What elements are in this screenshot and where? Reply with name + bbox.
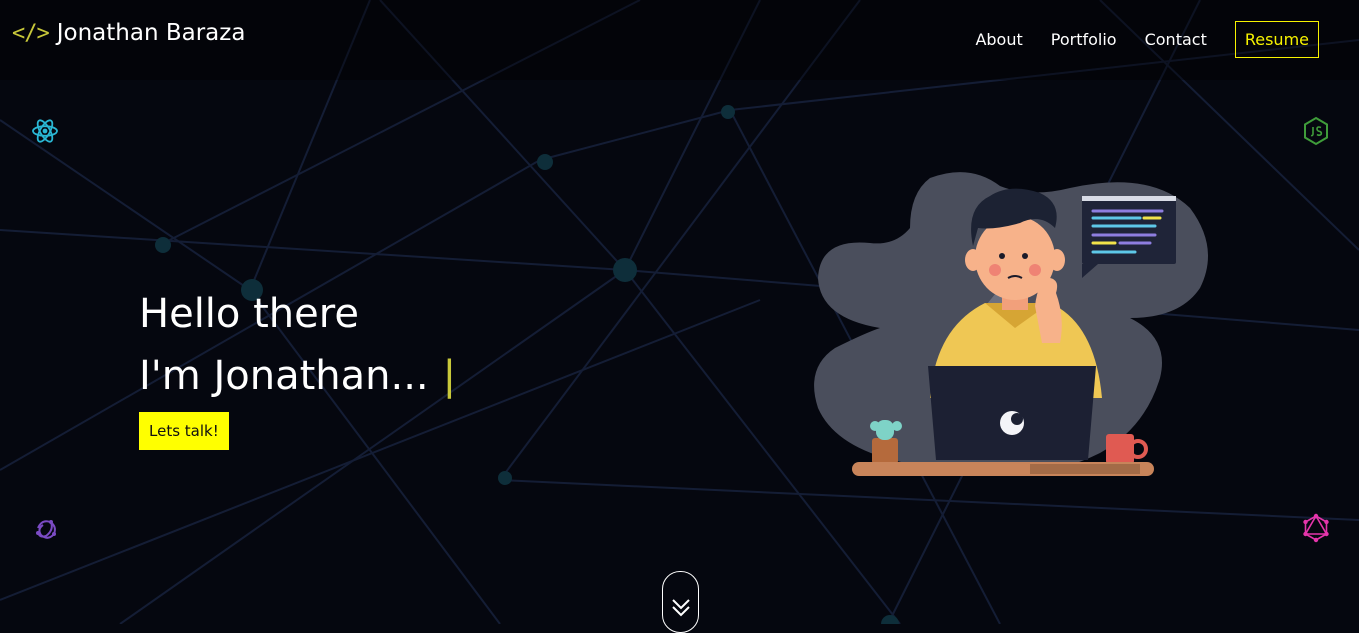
nav-contact-link[interactable]: Contact (1145, 30, 1207, 49)
nav-links: About Portfolio Contact Resume (947, 21, 1319, 58)
graphql-icon (1303, 513, 1329, 543)
lets-talk-button[interactable]: Lets talk! (139, 412, 229, 450)
nodejs-icon (1304, 116, 1328, 146)
double-chevron-down-icon (671, 599, 690, 617)
hero-name-line: I'm Jonathan... | (139, 350, 456, 402)
brand-logo[interactable]: </> Jonathan Baraza (12, 20, 245, 46)
nav-about-link[interactable]: About (975, 30, 1022, 49)
hero-name: I'm Jonathan... (139, 353, 429, 399)
navbar: </> Jonathan Baraza About Portfolio Cont… (0, 0, 1359, 80)
resume-button[interactable]: Resume (1234, 21, 1319, 58)
nav-portfolio-link[interactable]: Portfolio (1051, 30, 1117, 49)
hero-greeting: Hello there (139, 291, 359, 337)
developer-illustration (814, 172, 1208, 476)
react-icon (32, 119, 58, 143)
brand-name: Jonathan Baraza (56, 20, 246, 46)
code-brackets-icon: </> (12, 20, 50, 46)
typing-cursor: | (442, 353, 457, 399)
redux-icon (36, 520, 56, 539)
hero-section: Hello there I'm Jonathan... | Lets talk! (139, 288, 456, 450)
